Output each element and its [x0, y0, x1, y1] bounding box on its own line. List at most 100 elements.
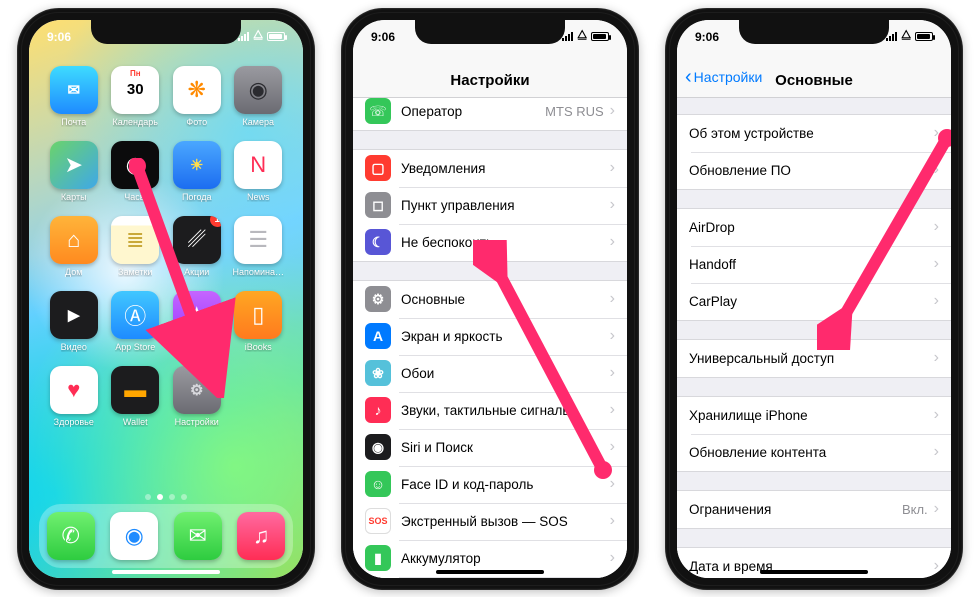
- row-carrier[interactable]: ☏ Оператор MTS RUS ›: [353, 98, 627, 130]
- home-indicator[interactable]: [112, 570, 220, 574]
- row-label: Аккумулятор: [401, 551, 610, 566]
- app-label: Здоровье: [54, 417, 94, 427]
- app-label: Карты: [61, 192, 87, 202]
- row-privacy[interactable]: ✋Конфиденциальность ›: [353, 577, 627, 578]
- row-label: Универсальный доступ: [689, 351, 934, 366]
- app-label: Видео: [61, 342, 87, 352]
- mail-icon: ✉︎: [50, 66, 98, 114]
- dock: ✆ ◉ ✉︎ ♫: [39, 504, 293, 568]
- app-label: News: [247, 192, 270, 202]
- notch: [91, 20, 241, 44]
- annotation-arrow: [473, 240, 623, 490]
- chevron-right-icon: ›: [934, 500, 939, 518]
- nav-title: Настройки: [450, 72, 529, 89]
- faceid-icon: ☺: [365, 471, 391, 497]
- calendar-icon: Пн30: [111, 66, 159, 114]
- chevron-right-icon: ›: [934, 406, 939, 424]
- sounds-icon: ♪: [365, 397, 391, 423]
- battery-icon: [267, 32, 285, 41]
- back-label: Настройки: [694, 69, 763, 85]
- home-screen: 9:06 ⧋ ✉︎ Почта Пн30 Календарь ❋ Фото ◉ …: [29, 20, 303, 578]
- chevron-right-icon: ›: [610, 102, 615, 120]
- row-обновление-контента[interactable]: Обновление контента ›: [677, 434, 951, 471]
- app-label: Дом: [65, 267, 82, 277]
- nav-title: Основные: [775, 72, 853, 89]
- page-dots[interactable]: [29, 494, 303, 500]
- app-health[interactable]: ♥ Здоровье: [43, 366, 105, 427]
- chevron-right-icon: ›: [934, 443, 939, 461]
- app-maps[interactable]: ➤ Карты: [43, 141, 105, 202]
- chevron-right-icon: ›: [610, 549, 615, 567]
- news-icon: N: [234, 141, 282, 189]
- tv-icon: ▶︎: [50, 291, 98, 339]
- row-label: Оператор: [401, 104, 545, 119]
- sos-icon: SOS: [365, 508, 391, 534]
- row-label: Ограничения: [689, 502, 902, 517]
- camera-icon: ◉: [234, 66, 282, 114]
- app-label: iBooks: [245, 342, 272, 352]
- status-time: 9:06: [695, 30, 719, 44]
- app-home-app[interactable]: ⌂ Дом: [43, 216, 105, 277]
- chevron-right-icon: ›: [610, 159, 615, 177]
- home-indicator[interactable]: [436, 570, 544, 574]
- siri-icon: ◉: [365, 434, 391, 460]
- notifications-icon: ▢: [365, 155, 391, 181]
- app-tv[interactable]: ▶︎ Видео: [43, 291, 105, 352]
- status-right: ⧋: [238, 30, 285, 43]
- status-time: 9:06: [47, 30, 71, 44]
- notch: [415, 20, 565, 44]
- row-хранилище-iphone[interactable]: Хранилище iPhone ›: [677, 397, 951, 434]
- annotation-arrow: [817, 120, 951, 350]
- control-center-icon: ◻: [365, 192, 391, 218]
- row-detail: MTS RUS: [545, 104, 604, 119]
- app-label: Настройки: [175, 417, 219, 427]
- phone-home-frame: 9:06 ⧋ ✉︎ Почта Пн30 Календарь ❋ Фото ◉ …: [17, 8, 315, 590]
- app-mail[interactable]: ✉︎ Почта: [43, 66, 105, 127]
- row-ограничения[interactable]: ОграниченияВкл. ›: [677, 491, 951, 528]
- row-notifications[interactable]: ▢ Уведомления ›: [353, 150, 627, 187]
- dock-music[interactable]: ♫: [237, 512, 285, 560]
- app-label: Фото: [186, 117, 207, 127]
- wifi-icon: ⧋: [577, 29, 587, 42]
- row-label: Хранилище iPhone: [689, 408, 934, 423]
- back-button[interactable]: ‹ Настройки: [685, 66, 762, 89]
- row-label: Уведомления: [401, 161, 610, 176]
- dock-phone[interactable]: ✆: [47, 512, 95, 560]
- dock-messages[interactable]: ✉︎: [174, 512, 222, 560]
- wifi-icon: ⧋: [901, 29, 911, 42]
- app-label: Wallet: [123, 417, 148, 427]
- app-calendar[interactable]: Пн30 Календарь: [105, 66, 167, 127]
- annotation-arrow: [129, 158, 239, 398]
- app-label: Напомина…: [232, 267, 284, 277]
- health-icon: ♥: [50, 366, 98, 414]
- dnd-icon: ☾: [365, 229, 391, 255]
- app-label: Почта: [61, 117, 86, 127]
- row-label: Пункт управления: [401, 198, 610, 213]
- app-label: Календарь: [113, 117, 158, 127]
- home-app-icon: ⌂: [50, 216, 98, 264]
- home-indicator[interactable]: [760, 570, 868, 574]
- general-screen: 9:06 ⧋ ‹ Настройки Основные Об этом устр…: [677, 20, 951, 578]
- carrier-icon: ☏: [365, 98, 391, 124]
- notch: [739, 20, 889, 44]
- phone-general-frame: 9:06 ⧋ ‹ Настройки Основные Об этом устр…: [665, 8, 963, 590]
- battery-icon: [591, 32, 609, 41]
- status-right: ⧋: [886, 30, 933, 43]
- ibooks-icon: ▯: [234, 291, 282, 339]
- app-camera[interactable]: ◉ Камера: [228, 66, 290, 127]
- status-time: 9:06: [371, 30, 395, 44]
- row-label: Обновление контента: [689, 445, 934, 460]
- chevron-right-icon: ›: [610, 196, 615, 214]
- row-sos[interactable]: SOSЭкстренный вызов — SOS ›: [353, 503, 627, 540]
- status-right: ⧋: [562, 30, 609, 43]
- reminders-icon: ☰: [234, 216, 282, 264]
- row-control-center[interactable]: ◻ Пункт управления ›: [353, 187, 627, 224]
- app-photos[interactable]: ❋ Фото: [166, 66, 228, 127]
- wifi-icon: ⧋: [253, 29, 263, 42]
- app-label: Камера: [243, 117, 274, 127]
- photos-icon: ❋: [173, 66, 221, 114]
- chevron-right-icon: ›: [934, 349, 939, 367]
- chevron-right-icon: ›: [610, 512, 615, 530]
- chevron-left-icon: ‹: [685, 66, 692, 89]
- dock-safari[interactable]: ◉: [110, 512, 158, 560]
